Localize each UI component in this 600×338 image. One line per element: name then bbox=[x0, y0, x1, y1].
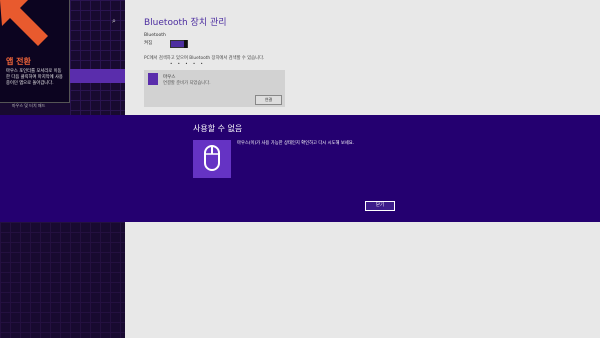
left-grid-decoration bbox=[70, 0, 125, 115]
error-dialog: 사용할 수 없음 마우스(이)가 사용 가능한 상태인지 확인하고 다시 시도해… bbox=[0, 115, 600, 222]
arrow-corner-icon bbox=[0, 0, 48, 46]
nav-link-mouse-touchpad[interactable]: 마우스 및 터치 패드 bbox=[12, 103, 45, 109]
page-title: Bluetooth 장치 관리 bbox=[144, 18, 227, 28]
mouse-icon bbox=[193, 140, 231, 178]
tip-text: 마우스 포인터를 모서리로 이동한 다음 클릭하여 마지막에 사용 중이던 앱으… bbox=[6, 69, 63, 86]
connect-button[interactable]: 연결 bbox=[255, 95, 282, 105]
search-icon[interactable]: ⌕ bbox=[112, 17, 116, 26]
close-button[interactable]: 닫기 bbox=[365, 201, 395, 211]
dialog-message: 마우스(이)가 사용 가능한 상태인지 확인하고 다시 시도해 보세요. bbox=[237, 141, 355, 146]
nav-item-selected[interactable] bbox=[70, 69, 125, 83]
mouse-icon bbox=[148, 73, 158, 85]
bluetooth-state: 켜짐 bbox=[144, 41, 153, 46]
device-status: 연결할 준비가 되었습니다. bbox=[163, 81, 211, 86]
dialog-title: 사용할 수 없음 bbox=[193, 124, 243, 133]
left-grid-decoration-bottom bbox=[0, 222, 125, 338]
tip-title: 앱 전환 bbox=[6, 57, 31, 66]
bluetooth-toggle[interactable] bbox=[170, 40, 188, 48]
toggle-knob bbox=[184, 40, 187, 48]
tip-panel: 앱 전환 마우스 포인터를 모서리로 이동한 다음 클릭하여 마지막에 사용 중… bbox=[0, 0, 70, 103]
bluetooth-label: Bluetooth bbox=[144, 33, 166, 38]
device-item[interactable]: 마우스 연결할 준비가 되었습니다. 연결 bbox=[144, 70, 285, 107]
progress-dots: • • • • • bbox=[170, 61, 205, 66]
